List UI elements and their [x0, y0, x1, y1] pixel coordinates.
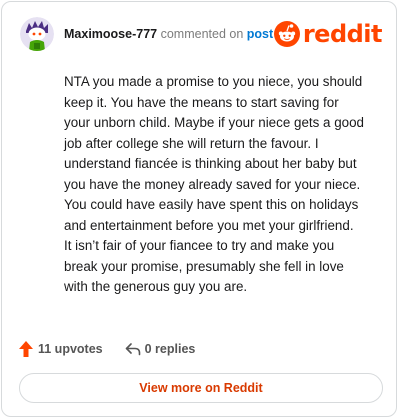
comment-actions: 11 upvotes 0 replies	[18, 338, 195, 360]
comment-embed-card: Maximoose-777 commented on post reddit N…	[1, 1, 397, 417]
reply-arrow-icon	[125, 343, 140, 356]
snoo-avatar-icon	[20, 17, 54, 51]
username[interactable]: Maximoose-777	[64, 27, 157, 41]
upvote-button[interactable]: 11 upvotes	[18, 340, 103, 358]
post-link[interactable]: post	[247, 27, 273, 41]
comment-header: Maximoose-777 commented on post reddit	[20, 14, 383, 54]
reddit-brand[interactable]: reddit	[273, 20, 383, 48]
avatar[interactable]	[20, 17, 54, 51]
reddit-wordmark: reddit	[302, 20, 383, 48]
view-more-button[interactable]: View more on Reddit	[19, 373, 383, 403]
upvote-arrow-icon	[19, 341, 33, 357]
reddit-snoo-icon	[273, 21, 300, 47]
comment-body-text: NTA you made a promise to you niece, you…	[64, 74, 364, 294]
upvotes-count: 11 upvotes	[38, 342, 103, 356]
commented-on-label: commented on	[160, 27, 244, 41]
replies-count: 0 replies	[144, 342, 196, 356]
replies-button[interactable]: 0 replies	[125, 342, 196, 356]
comment-byline: Maximoose-777 commented on post	[64, 27, 274, 41]
